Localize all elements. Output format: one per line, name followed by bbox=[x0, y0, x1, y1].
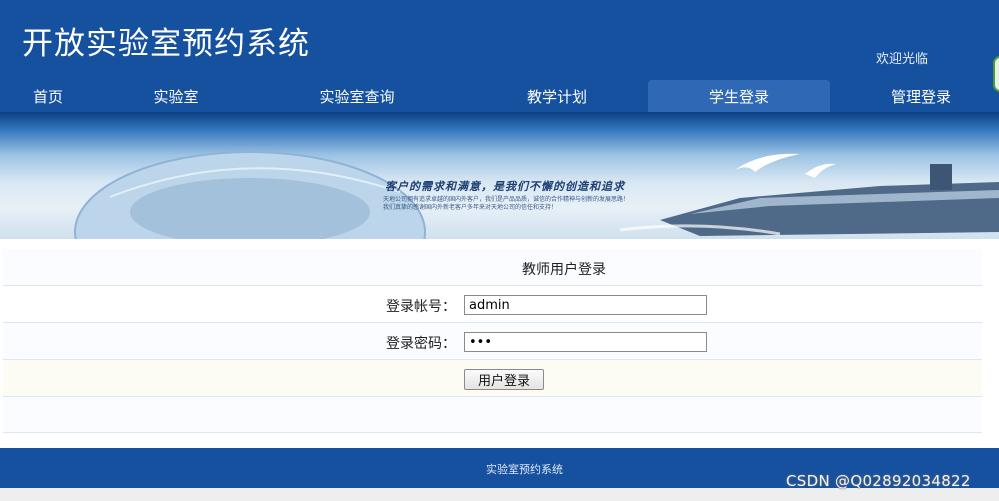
submit-row: 用户登录 bbox=[3, 360, 982, 397]
nav-student-login[interactable]: 学生登录 bbox=[648, 80, 830, 112]
account-label: 登录帐号： bbox=[386, 299, 456, 315]
account-input[interactable] bbox=[464, 295, 707, 315]
account-row: 登录帐号： bbox=[3, 286, 982, 323]
empty-row bbox=[3, 397, 982, 433]
nav-lab[interactable]: 实验室 bbox=[135, 80, 217, 112]
corner-badge-icon bbox=[993, 56, 999, 92]
welcome-text: 欢迎光临 bbox=[876, 52, 929, 67]
csdn-watermark: CSDN @Q02892034822 bbox=[786, 472, 971, 490]
form-title-row: 教师用户登录 bbox=[3, 249, 982, 286]
password-row: 登录密码： bbox=[3, 323, 982, 360]
nav-teaching-plan[interactable]: 教学计划 bbox=[507, 80, 607, 112]
login-form-panel: 教师用户登录 登录帐号： 登录密码： 用户登录 bbox=[0, 239, 999, 447]
seagull-icon bbox=[735, 153, 800, 172]
seagull-icon bbox=[805, 163, 836, 178]
nav-lab-query[interactable]: 实验室查询 bbox=[300, 80, 414, 112]
password-input[interactable] bbox=[464, 332, 707, 352]
ship-icon bbox=[660, 182, 999, 236]
password-label: 登录密码： bbox=[386, 336, 456, 352]
form-title: 教师用户登录 bbox=[522, 262, 606, 278]
banner-slogan: 客户的需求和满意，是我们不懈的创造和追求 bbox=[385, 180, 625, 193]
hero-banner: 客户的需求和满意，是我们不懈的创造和追求 天地公司拥有追求卓越的国内外客户，我们… bbox=[0, 112, 999, 239]
site-header: 开放实验室预约系统 欢迎光临 首页 实验室 实验室查询 教学计划 学生登录 管理… bbox=[0, 0, 999, 112]
ship-tower bbox=[930, 164, 952, 190]
nav-admin-login[interactable]: 管理登录 bbox=[870, 80, 972, 112]
banner-illustration bbox=[74, 151, 999, 239]
banner-subtext: 我们真挚的感谢国内外新老客户多年来对天地公司的信任和支持！ bbox=[383, 204, 558, 211]
site-title: 开放实验室预约系统 bbox=[22, 26, 310, 62]
login-button[interactable]: 用户登录 bbox=[464, 369, 544, 390]
nav-home[interactable]: 首页 bbox=[8, 80, 88, 112]
